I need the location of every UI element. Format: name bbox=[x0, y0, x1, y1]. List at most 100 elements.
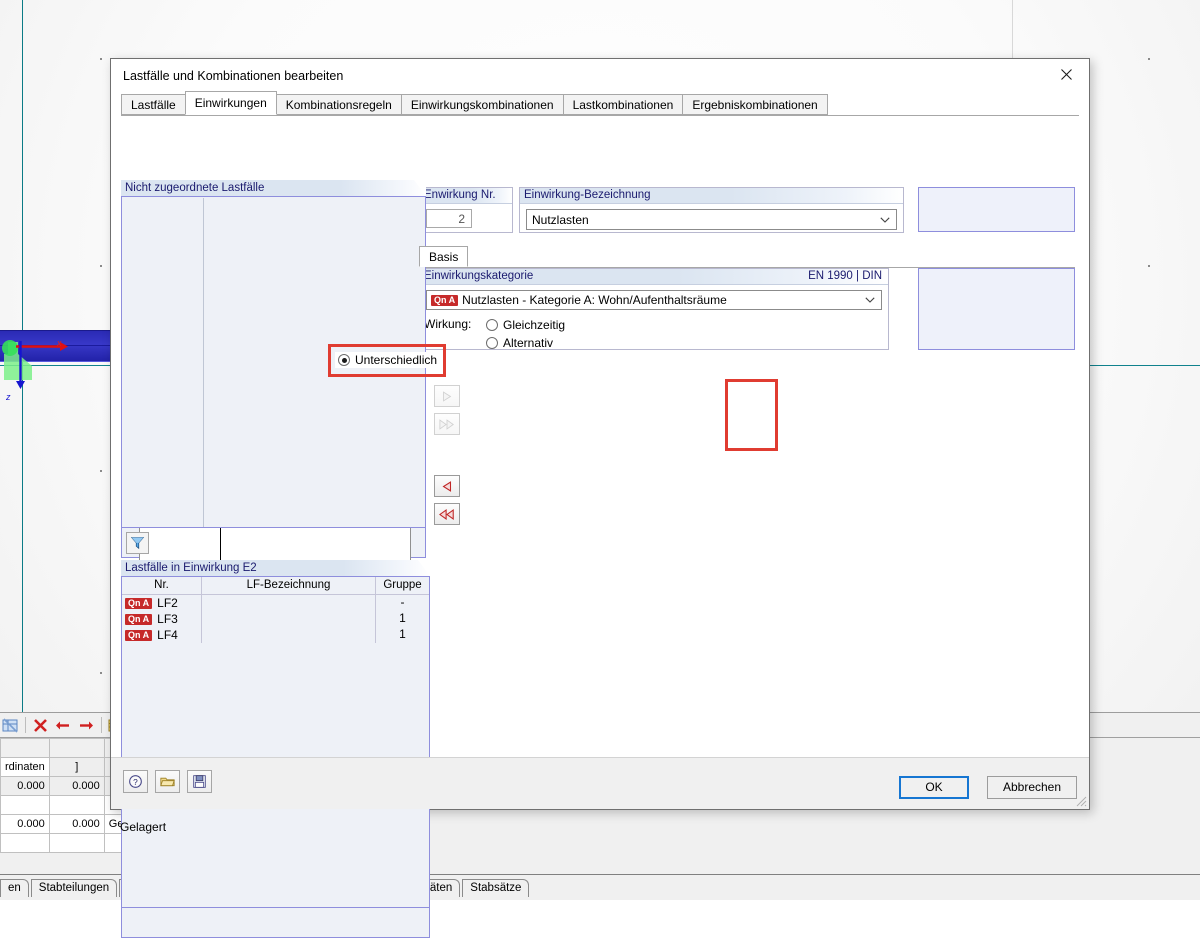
row-designation[interactable] bbox=[202, 627, 376, 643]
row-designation[interactable] bbox=[202, 611, 376, 627]
row-gruppe[interactable]: 1 bbox=[376, 611, 429, 627]
resize-grip-icon[interactable] bbox=[1073, 793, 1087, 807]
grid-dot bbox=[100, 265, 102, 267]
action-category-combobox[interactable]: Qn A Nutzlasten - Kategorie A: Wohn/Aufe… bbox=[426, 290, 882, 310]
double-arrow-left-icon bbox=[439, 509, 455, 520]
tab-basis[interactable]: Basis bbox=[419, 246, 468, 267]
radio-button-icon[interactable] bbox=[486, 319, 498, 331]
table-row[interactable]: Qn A LF4 1 bbox=[122, 627, 429, 643]
tab-ergebniskombinationen[interactable]: Ergebniskombinationen bbox=[682, 94, 827, 115]
cell-a[interactable]: 0.000 bbox=[1, 777, 50, 796]
tab-einwirkungen[interactable]: Einwirkungen bbox=[185, 91, 277, 115]
einwirkungen-tab-page: Vorhandene Einwirkungen G E1 Ständig Qn … bbox=[121, 180, 1081, 780]
dialog-tabstrip[interactable]: Lastfälle Einwirkungen Kombinationsregel… bbox=[121, 95, 1079, 116]
row-number-cell: Qn A LF3 bbox=[122, 611, 202, 627]
row-gruppe[interactable]: 1 bbox=[376, 627, 429, 643]
table-header-row: Nr. LF-Bezeichnung Gruppe bbox=[122, 577, 429, 595]
dialog-title: Lastfälle und Kombinationen bearbeiten bbox=[123, 69, 343, 83]
col-header-a: ] bbox=[49, 758, 104, 777]
cell-b[interactable]: 0.000 bbox=[49, 815, 104, 834]
bg-tab-stabteilungen[interactable]: Stabteilungen bbox=[31, 879, 117, 897]
transfer-buttons-column bbox=[434, 385, 464, 715]
table-row[interactable]: Qn A LF2 - bbox=[122, 595, 429, 611]
bg-tab-stabsaetze[interactable]: Stabsätze bbox=[462, 879, 529, 897]
arrow-out-right-icon[interactable] bbox=[78, 717, 95, 734]
axis-label-x: x bbox=[57, 338, 62, 348]
cell-b[interactable] bbox=[49, 834, 104, 853]
bg-tab-0[interactable]: en bbox=[0, 879, 29, 897]
axis-arrow-z-icon bbox=[16, 341, 25, 389]
tab-einwirkungskombinationen[interactable]: Einwirkungskombinationen bbox=[401, 94, 564, 115]
radio-button-icon[interactable] bbox=[486, 337, 498, 349]
radio-gleichzeitig[interactable]: Gleichzeitig bbox=[486, 316, 565, 334]
unassigned-load-cases-header: Nicht zugeordnete Lastfälle bbox=[121, 180, 426, 196]
row-designation[interactable] bbox=[202, 595, 376, 611]
close-icon[interactable] bbox=[1043, 59, 1089, 89]
tab-kombinationsregeln[interactable]: Kombinationsregeln bbox=[276, 94, 402, 115]
filter-funnel-icon[interactable] bbox=[126, 532, 149, 554]
cell-b[interactable]: 0.000 bbox=[49, 777, 104, 796]
cell-a[interactable] bbox=[1, 834, 50, 853]
edit-load-cases-dialog: Lastfälle und Kombinationen bearbeiten L… bbox=[110, 58, 1090, 810]
load-case-badge: Qn A bbox=[125, 598, 152, 609]
assigned-bottom-bar bbox=[121, 908, 430, 938]
grid-dot bbox=[100, 672, 102, 674]
cell-b[interactable] bbox=[49, 796, 104, 815]
arrow-in-left-icon[interactable] bbox=[55, 717, 72, 734]
assigned-load-cases-table[interactable]: Nr. LF-Bezeichnung Gruppe Qn A LF2 - Qn … bbox=[121, 576, 430, 908]
double-arrow-right-icon bbox=[439, 419, 455, 430]
cell-a[interactable]: 0.000 bbox=[1, 815, 50, 834]
radio-button-icon[interactable] bbox=[338, 354, 350, 366]
arrow-left-icon bbox=[440, 481, 454, 492]
list-column-separator bbox=[203, 198, 204, 527]
tab-lastfaelle[interactable]: Lastfälle bbox=[121, 94, 186, 115]
effect-label: Wirkung: bbox=[424, 316, 486, 331]
dialog-footer: ? OK Abbrechen bbox=[111, 757, 1089, 809]
action-designation-combobox[interactable]: Nutzlasten bbox=[526, 209, 897, 230]
col-header-nr: Nr. bbox=[122, 577, 202, 594]
row-gruppe[interactable]: - bbox=[376, 595, 429, 611]
basis-tabstrip[interactable]: Basis bbox=[419, 247, 1075, 268]
subheader-coordinates: rdinaten bbox=[1, 758, 50, 777]
category-badge: Qn A bbox=[431, 295, 458, 306]
move-all-left-button[interactable] bbox=[434, 503, 460, 525]
open-folder-icon[interactable] bbox=[155, 770, 180, 793]
load-case-id: LF3 bbox=[157, 612, 178, 626]
dialog-titlebar: Lastfälle und Kombinationen bearbeiten bbox=[111, 59, 1089, 95]
chevron-down-icon[interactable] bbox=[880, 217, 890, 223]
transfer-spacer bbox=[434, 441, 464, 475]
col-header-blank bbox=[1, 739, 50, 758]
move-left-button[interactable] bbox=[434, 475, 460, 497]
action-designation-header: Einwirkung-Bezeichnung bbox=[520, 188, 903, 204]
cell-a[interactable] bbox=[1, 796, 50, 815]
radio-alternativ[interactable]: Alternativ bbox=[486, 334, 565, 352]
cancel-button[interactable]: Abbrechen bbox=[987, 776, 1077, 799]
effect-options: Gleichzeitig Alternativ bbox=[486, 316, 565, 352]
action-number-input[interactable]: 2 bbox=[426, 209, 472, 228]
action-number-group: Enwirkung Nr. 2 bbox=[419, 187, 513, 233]
col-header-blank2 bbox=[49, 739, 104, 758]
tab-lastkombinationen[interactable]: Lastkombinationen bbox=[563, 94, 684, 115]
toolbar-separator bbox=[101, 717, 102, 733]
radio-label: Unterschiedlich bbox=[355, 353, 437, 367]
action-category-header: Einwirkungskategorie EN 1990 | DIN bbox=[420, 269, 888, 285]
save-icon[interactable] bbox=[187, 770, 212, 793]
action-category-group: Einwirkungskategorie EN 1990 | DIN Qn A … bbox=[419, 268, 889, 350]
table-row[interactable]: Qn A LF3 1 bbox=[122, 611, 429, 627]
grid-blue-icon[interactable] bbox=[2, 717, 19, 734]
action-designation-group: Einwirkung-Bezeichnung Nutzlasten bbox=[519, 187, 904, 233]
radio-unterschiedlich[interactable]: Unterschiedlich bbox=[335, 352, 440, 368]
delete-red-x-icon[interactable] bbox=[32, 717, 49, 734]
radio-label: Alternativ bbox=[503, 336, 553, 350]
move-right-button[interactable] bbox=[434, 385, 460, 407]
radio-label: Gleichzeitig bbox=[503, 318, 565, 332]
move-all-right-button[interactable] bbox=[434, 413, 460, 435]
action-category-header-label: Einwirkungskategorie bbox=[424, 270, 533, 282]
load-case-id: LF2 bbox=[157, 596, 178, 610]
axis-label-z: z bbox=[6, 392, 11, 402]
load-case-badge: Qn A bbox=[125, 630, 152, 641]
footer-icon-group: ? bbox=[123, 770, 212, 793]
chevron-down-icon[interactable] bbox=[865, 297, 875, 303]
help-icon[interactable]: ? bbox=[123, 770, 148, 793]
ok-button[interactable]: OK bbox=[899, 776, 969, 799]
